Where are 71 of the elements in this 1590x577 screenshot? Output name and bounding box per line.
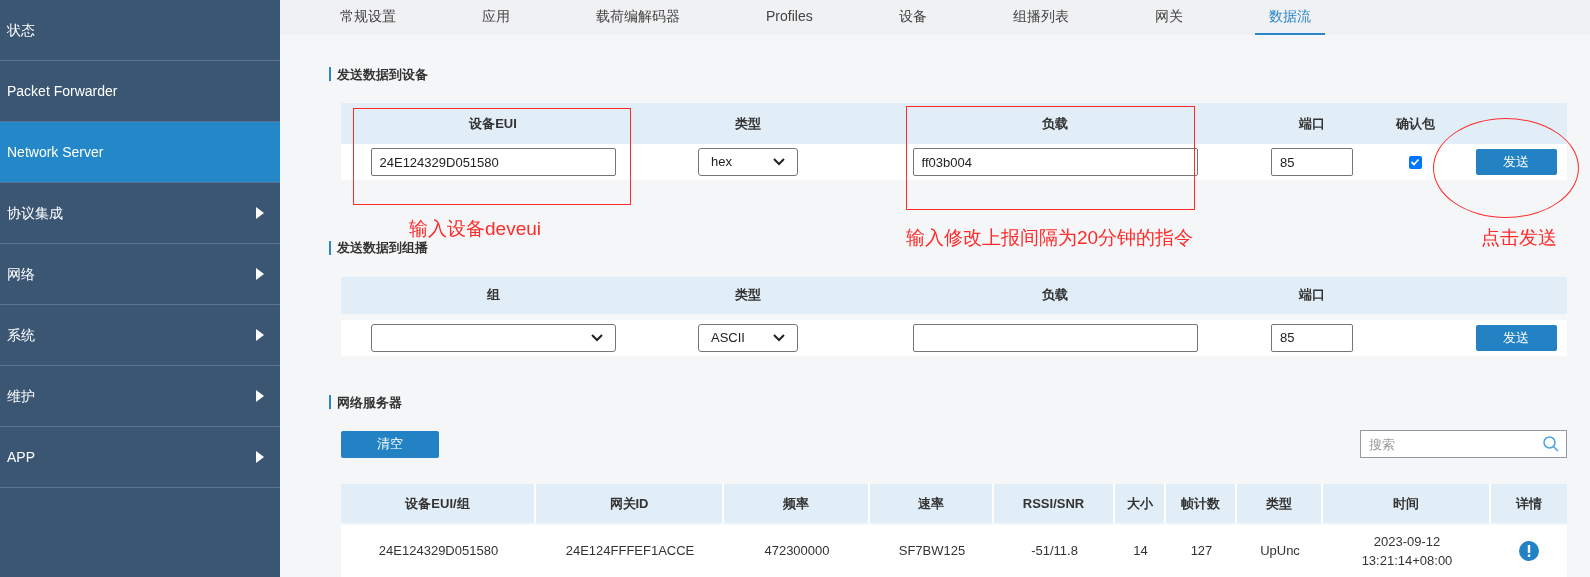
port-field[interactable]: 85 — [1271, 148, 1353, 176]
caret-icon — [773, 158, 785, 166]
port-field[interactable]: 85 — [1271, 323, 1353, 352]
column-header: 端口 — [1299, 114, 1325, 133]
chevron-right-icon — [256, 207, 264, 219]
type-select[interactable]: ASCII — [698, 323, 798, 352]
sidebar-item[interactable]: 网络 — [0, 244, 280, 305]
tab[interactable]: 应用 — [468, 0, 524, 35]
table-cell-text: UpUnc — [1260, 542, 1300, 561]
table-cell-text: SF7BW125 — [898, 542, 966, 561]
chevron-right-icon — [256, 390, 264, 402]
column-header: 负载 — [1042, 114, 1068, 133]
table-cell-text: 14 — [1133, 542, 1148, 561]
column-header: 网关ID — [609, 494, 649, 513]
table-cell-text: 2023-09-12 13:21:14+08:00 — [1360, 532, 1454, 570]
tab[interactable]: 组播列表 — [998, 0, 1083, 35]
column-header: 类型 — [735, 114, 761, 133]
section-title: 发送数据到组播 — [337, 239, 428, 257]
info-icon[interactable] — [1519, 541, 1539, 561]
column-header: 负载 — [1042, 286, 1068, 305]
section-title: 网络服务器 — [337, 393, 402, 412]
clear-button[interactable]: 清空 — [341, 430, 439, 458]
sidebar-item[interactable]: Network Server — [0, 122, 280, 183]
checkbox[interactable] — [1408, 155, 1422, 169]
column-header: RSSI/SNR — [1022, 494, 1085, 513]
column-header: 类型 — [1266, 494, 1292, 513]
table-cell-text: 472300000 — [764, 542, 830, 561]
column-header: 确认包 — [1395, 114, 1435, 133]
tab[interactable]: 常规设置 — [326, 0, 410, 35]
sidebar-item[interactable]: 协议集成 — [0, 183, 280, 244]
sidebar-item[interactable]: 维护 — [0, 366, 280, 427]
column-header: 频率 — [783, 494, 809, 513]
section-title: 发送数据到设备 — [337, 65, 428, 84]
column-header: 帧计数 — [1181, 494, 1220, 513]
table-cell-text: -51/11.8 — [1031, 542, 1078, 561]
column-header: 类型 — [735, 286, 761, 305]
group-select[interactable] — [370, 323, 616, 352]
search-icon — [1543, 436, 1559, 452]
send-button[interactable]: 发送 — [1475, 324, 1557, 351]
payload-field[interactable] — [912, 323, 1198, 352]
column-header: 速率 — [918, 494, 944, 513]
column-header: 大小 — [1126, 494, 1153, 513]
annotation-text: 输入修改上报间隔为20分钟的指令 — [906, 228, 1194, 247]
table-cell-text: 24E124329D051580 — [378, 542, 499, 561]
table-cell-text: 127 — [1190, 542, 1213, 561]
tab[interactable]: 数据流 — [1254, 0, 1325, 35]
tab[interactable]: 网关 — [1140, 0, 1197, 35]
annotation-text: 点击发送 — [1481, 228, 1557, 247]
chevron-right-icon — [256, 268, 264, 280]
sidebar-item[interactable]: 系统 — [0, 305, 280, 366]
chevron-right-icon — [256, 329, 264, 341]
annotation-text: 输入设备deveui — [409, 219, 541, 238]
search-field[interactable]: 搜索 — [1360, 430, 1567, 458]
type-select[interactable]: hex — [698, 148, 798, 176]
tab[interactable]: Profiles — [752, 0, 827, 35]
chevron-right-icon — [256, 451, 264, 463]
caret-icon — [590, 333, 603, 342]
table-cell-text: 24E124FFFEF1ACCE — [565, 542, 695, 561]
column-header: 时间 — [1393, 494, 1419, 513]
column-header: 设备EUI — [469, 114, 517, 133]
sidebar-item[interactable]: APP — [0, 427, 280, 488]
tab[interactable]: 设备 — [884, 0, 941, 35]
caret-icon — [773, 333, 785, 342]
column-header: 端口 — [1299, 286, 1325, 305]
column-header: 组 — [486, 286, 500, 305]
send-button[interactable]: 发送 — [1475, 149, 1557, 175]
payload-field[interactable]: ff03b004 — [912, 148, 1198, 176]
device-eui-field[interactable]: 24E124329D051580 — [370, 148, 616, 176]
column-header: 详情 — [1516, 494, 1542, 513]
column-header: 设备EUI/组 — [405, 494, 470, 513]
tab[interactable]: 载荷编解码器 — [582, 0, 694, 35]
